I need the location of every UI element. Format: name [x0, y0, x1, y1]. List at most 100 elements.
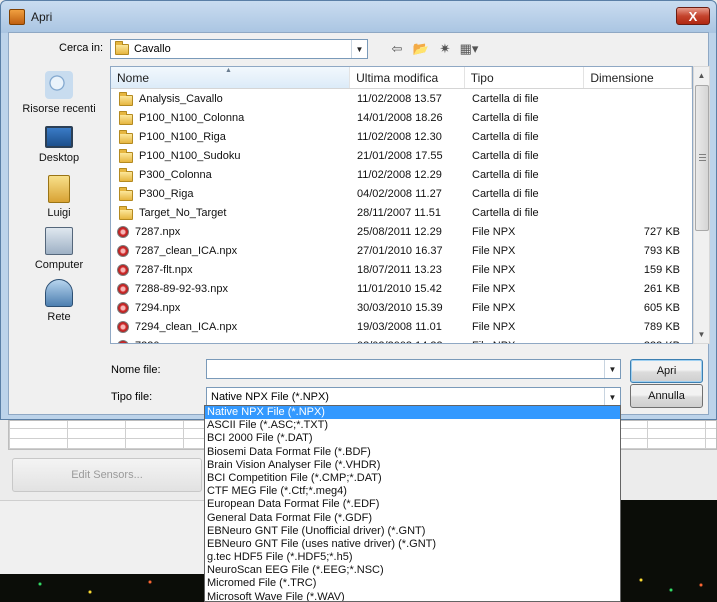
look-in-value: Cavallo — [134, 43, 171, 55]
up-folder-icon[interactable]: 📂 — [411, 40, 431, 58]
new-folder-icon[interactable]: ✷ — [435, 40, 455, 58]
npx-file-icon — [117, 301, 129, 314]
file-type-dropdown-list[interactable]: Native NPX File (*.NPX) ASCII File (*.ASC… — [204, 405, 621, 602]
sort-ascending-icon: ▲ — [225, 67, 232, 74]
file-type-option[interactable]: BCI 2000 File (*.DAT) — [205, 432, 620, 445]
look-in-label: Cerca in: — [59, 42, 104, 54]
file-name-input[interactable] — [207, 360, 604, 378]
recent-places-icon — [45, 71, 73, 99]
file-size-cell: 789 KB — [643, 320, 680, 333]
chevron-down-icon[interactable]: ▼ — [604, 360, 620, 378]
column-header-size[interactable]: Dimensione — [584, 67, 692, 88]
place-user[interactable]: Luigi — [13, 171, 105, 223]
file-type-option[interactable]: General Data Format File (*.GDF) — [205, 512, 620, 525]
file-type-option[interactable]: Biosemi Data Format File (*.BDF) — [205, 446, 620, 459]
file-name-text: 7288-89-92-93.npx — [135, 282, 228, 295]
look-in-combo[interactable]: Cavallo ▼ — [110, 39, 368, 59]
file-name-cell: P100_N100_Riga — [111, 129, 351, 144]
file-type-option[interactable]: European Data Format File (*.EDF) — [205, 498, 620, 511]
file-row[interactable]: 7294_clean_ICA.npx 19/03/2008 11.01 File N… — [111, 317, 692, 336]
file-name-combo[interactable]: ▼ — [206, 359, 621, 379]
file-type-option[interactable]: NeuroScan EEG File (*.EEG;*.NSC) — [205, 564, 620, 577]
file-row[interactable]: 7287-flt.npx 18/07/2011 13.23 File NPX 159 … — [111, 260, 692, 279]
file-row[interactable]: 7287_clean_ICA.npx 27/01/2010 16.37 File N… — [111, 241, 692, 260]
open-button[interactable]: Apri — [630, 359, 703, 383]
open-dialog: Apri X Cerca in: Cavallo ▼ ⇦ 📂 ✷ ▦▾ Riso… — [0, 0, 717, 420]
file-name-text: 7294.npx — [135, 301, 181, 314]
file-type-option[interactable]: EBNeuro GNT File (uses native driver) (*… — [205, 538, 620, 551]
file-type-option[interactable]: EBNeuro GNT File (Unofficial driver) (*.… — [205, 525, 620, 538]
folder-icon — [115, 40, 129, 55]
file-type-option[interactable]: Microsoft Wave File (*.WAV) — [205, 591, 620, 601]
file-date-cell: 19/03/2008 11.01 — [357, 320, 442, 333]
app-icon — [9, 9, 25, 25]
place-desktop[interactable]: Desktop — [13, 119, 105, 171]
file-row[interactable]: 7287.npx 25/08/2011 12.29 File NPX 727 KB — [111, 222, 692, 241]
file-type-combo[interactable]: Native NPX File (*.NPX) ▼ — [206, 387, 621, 407]
folder-icon — [119, 129, 133, 144]
file-type-option[interactable]: CTF MEG File (*.Ctf;*.meg4) — [205, 485, 620, 498]
chevron-down-icon[interactable]: ▼ — [604, 388, 620, 406]
chevron-down-icon[interactable]: ▼ — [351, 40, 367, 58]
title-bar[interactable]: Apri X — [1, 1, 716, 33]
folder-icon — [119, 167, 133, 182]
column-header-type[interactable]: Tipo — [465, 67, 585, 88]
folder-icon — [119, 186, 133, 201]
close-button[interactable]: X — [676, 7, 710, 25]
file-name-text: Analysis_Cavallo — [139, 92, 223, 105]
place-recent[interactable]: Risorse recenti — [13, 67, 105, 119]
place-computer[interactable]: Computer — [13, 223, 105, 275]
file-name-text: P300_Colonna — [139, 168, 212, 181]
file-type-cell: File NPX — [472, 301, 516, 314]
file-list[interactable]: Nome ▲ Ultima modifica Tipo Dimensione A… — [110, 66, 693, 344]
file-type-option[interactable]: Micromed File (*.TRC) — [205, 577, 620, 590]
file-date-cell: 30/03/2010 15.39 — [357, 301, 443, 314]
file-name-cell: 7287_clean_ICA.npx — [111, 244, 351, 257]
scroll-up-icon[interactable]: ▲ — [694, 67, 709, 84]
column-header-name[interactable]: Nome ▲ — [111, 67, 351, 88]
place-label: Computer — [34, 259, 84, 271]
edit-sensors-button[interactable]: Edit Sensors... — [12, 458, 202, 492]
scroll-down-icon[interactable]: ▼ — [694, 326, 709, 343]
file-list-scrollbar[interactable]: ▲ ▼ — [693, 66, 710, 344]
file-row[interactable]: P100_N100_Colonna 14/01/2008 18.26 Cartell… — [111, 108, 692, 127]
file-row[interactable]: P300_Riga 04/02/2008 11.27 Cartella di fil… — [111, 184, 692, 203]
file-row[interactable]: P100_N100_Riga 11/02/2008 12.30 Cartella d… — [111, 127, 692, 146]
file-type-option[interactable]: g.tec HDF5 File (*.HDF5;*.h5) — [205, 551, 620, 564]
npx-file-icon — [117, 320, 129, 333]
file-row[interactable]: Target_No_Target 28/11/2007 11.51 Cartella… — [111, 203, 692, 222]
file-name-cell: Analysis_Cavallo — [111, 91, 351, 106]
scroll-grip-icon — [699, 154, 706, 161]
file-row[interactable]: P100_N100_Sudoku 21/01/2008 17.55 Cartella… — [111, 146, 692, 165]
cancel-button[interactable]: Annulla — [630, 384, 703, 408]
view-menu-icon[interactable]: ▦▾ — [459, 40, 479, 58]
file-row[interactable]: 7288-89-92-93.npx 11/01/2010 15.42 File NP… — [111, 279, 692, 298]
place-network[interactable]: Rete — [13, 275, 105, 327]
npx-file-icon — [117, 282, 129, 295]
file-row[interactable]: 7294.npx 30/03/2010 15.39 File NPX 605 KB — [111, 298, 692, 317]
file-row[interactable]: 7330.npx 08/02/2008 14.33File NPX333 KB — [111, 336, 692, 343]
file-type-option[interactable]: BCI Competition File (*.CMP;*.DAT) — [205, 472, 620, 485]
file-row[interactable]: P300_Colonna 11/02/2008 12.29 Cartella di … — [111, 165, 692, 184]
npx-file-icon — [117, 244, 129, 257]
file-type-label: Tipo file: — [111, 391, 153, 403]
column-header-date[interactable]: Ultima modifica — [350, 67, 465, 88]
back-arrow-icon[interactable]: ⇦ — [387, 40, 407, 58]
file-row[interactable]: Analysis_Cavallo 11/02/2008 13.57 Cartella… — [111, 89, 692, 108]
network-icon — [45, 279, 73, 307]
file-name-cell: P300_Colonna — [111, 167, 351, 182]
column-header-label: Nome — [117, 70, 150, 85]
file-type-option[interactable]: ASCII File (*.ASC;*.TXT) — [205, 419, 620, 432]
place-label: Risorse recenti — [22, 103, 96, 115]
file-type-option[interactable]: Brain Vision Analyser File (*.VHDR) — [205, 459, 620, 472]
nav-toolbar: ⇦ 📂 ✷ ▦▾ — [387, 40, 479, 58]
file-date-cell: 04/02/2008 11.27 — [357, 187, 442, 200]
file-date-cell: 11/02/2008 12.30 — [357, 130, 442, 143]
scroll-thumb[interactable] — [695, 85, 709, 231]
file-name-cell: 7294_clean_ICA.npx — [111, 320, 351, 333]
file-date-cell: 18/07/2011 13.23 — [357, 263, 442, 276]
background-dark-right — [621, 500, 717, 602]
file-type-cell: Cartella di file — [472, 206, 539, 219]
file-date-cell: 11/02/2008 12.29 — [357, 168, 442, 181]
file-type-option[interactable]: Native NPX File (*.NPX) — [205, 406, 620, 420]
